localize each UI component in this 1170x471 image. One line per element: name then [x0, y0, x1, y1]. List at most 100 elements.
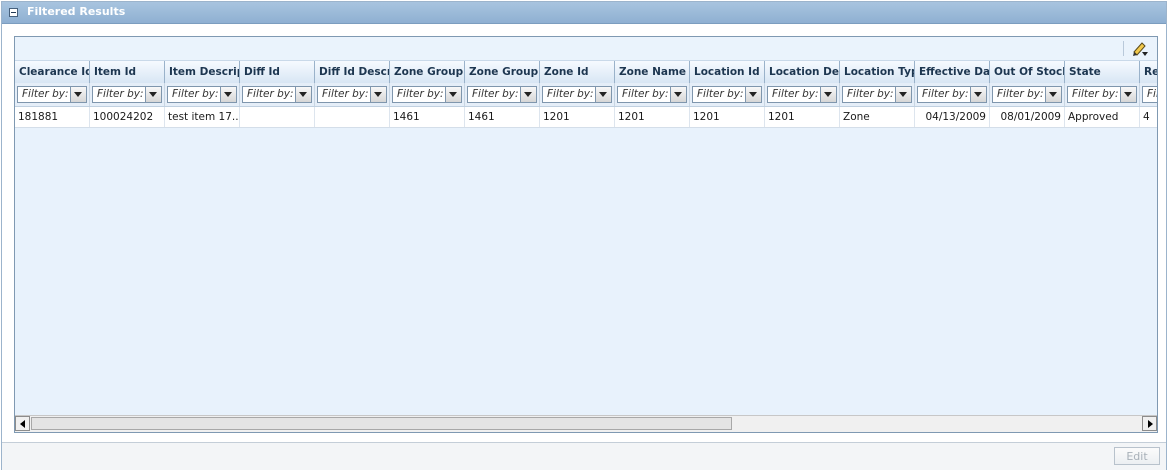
filter-placeholder: Filter by:	[1147, 88, 1158, 100]
filter-input[interactable]: Filter by:	[1067, 86, 1137, 103]
filter-placeholder: Filter by:	[997, 88, 1044, 100]
filter-placeholder: Filter by:	[547, 88, 594, 100]
filter-cell: Filter by:	[915, 83, 990, 106]
filter-dropdown-icon[interactable]	[1045, 87, 1061, 102]
filter-placeholder: Filter by:	[622, 88, 669, 100]
filter-input[interactable]: Filter by:	[692, 86, 762, 103]
filter-input[interactable]: Filter by:	[992, 86, 1062, 103]
filter-input[interactable]: Filter by:	[467, 86, 537, 103]
table-cell: 1461	[390, 107, 465, 127]
table-cell: 1461	[465, 107, 540, 127]
edit-button[interactable]: Edit	[1114, 447, 1160, 465]
filter-cell: Filter by:	[1065, 83, 1140, 106]
table-cell: 04/13/2009	[915, 107, 990, 127]
filter-cell: Filter by:	[165, 83, 240, 106]
filter-input[interactable]: Filter by:	[1142, 86, 1158, 103]
column-header[interactable]: Location Type	[840, 61, 915, 83]
filter-dropdown-icon[interactable]	[595, 87, 611, 102]
scroll-left-icon[interactable]	[15, 416, 30, 431]
filter-dropdown-icon[interactable]	[220, 87, 236, 102]
filter-placeholder: Filter by:	[97, 88, 144, 100]
filter-placeholder: Filter by:	[922, 88, 969, 100]
table-cell: Approved	[1065, 107, 1140, 127]
table-cell: 1201	[615, 107, 690, 127]
filter-placeholder: Filter by:	[697, 88, 744, 100]
filter-input[interactable]: Filter by:	[242, 86, 312, 103]
scroll-right-icon[interactable]	[1142, 416, 1157, 431]
column-header[interactable]: Effective Dat	[915, 61, 990, 83]
column-header[interactable]: Location Desc	[765, 61, 840, 83]
filter-cell: Filter by:	[240, 83, 315, 106]
filter-placeholder: Filter by:	[847, 88, 894, 100]
filter-input[interactable]: Filter by:	[617, 86, 687, 103]
filter-placeholder: Filter by:	[172, 88, 219, 100]
filter-dropdown-icon[interactable]	[370, 87, 386, 102]
column-header[interactable]: Re	[1140, 61, 1157, 83]
edit-pencil-icon[interactable]	[1131, 40, 1149, 57]
filter-dropdown-icon[interactable]	[745, 87, 761, 102]
filter-dropdown-icon[interactable]	[670, 87, 686, 102]
filter-input[interactable]: Filter by:	[92, 86, 162, 103]
filter-input[interactable]: Filter by:	[917, 86, 987, 103]
filter-input[interactable]: Filter by:	[542, 86, 612, 103]
filter-input[interactable]: Filter by:	[317, 86, 387, 103]
filter-placeholder: Filter by:	[22, 88, 69, 100]
horizontal-scrollbar[interactable]	[15, 415, 1157, 432]
table-cell	[315, 107, 390, 127]
filter-row: Filter by: Filter by: Filter by: Filter by:…	[15, 83, 1158, 107]
filter-placeholder: Filter by:	[772, 88, 819, 100]
table-cell: 4	[1140, 107, 1157, 127]
scrollbar-thumb[interactable]	[31, 417, 732, 430]
column-header[interactable]: Diff Id	[240, 61, 315, 83]
column-header[interactable]: Zone Id	[540, 61, 615, 83]
filtered-results-panel: Filtered Results Clearance Id Item Id Item…	[1, 1, 1167, 470]
column-header[interactable]: Zone Group Id	[390, 61, 465, 83]
filter-cell: Filter by:	[90, 83, 165, 106]
filter-input[interactable]: Filter by:	[842, 86, 912, 103]
table-cell: 100024202	[90, 107, 165, 127]
column-header-row: Clearance IdItem IdItem DescriptiDiff Id…	[15, 61, 1157, 83]
table-cell: 181881	[15, 107, 90, 127]
column-header[interactable]: Out Of Stock	[990, 61, 1065, 83]
column-header[interactable]: Diff Id Descrip	[315, 61, 390, 83]
collapse-icon[interactable]	[9, 8, 18, 17]
column-header[interactable]: State	[1065, 61, 1140, 83]
table-row[interactable]: 181881 100024202 test item 17... 1461 1461 12…	[15, 107, 1157, 128]
filter-placeholder: Filter by:	[472, 88, 519, 100]
filter-dropdown-icon[interactable]	[295, 87, 311, 102]
filter-placeholder: Filter by:	[322, 88, 369, 100]
column-header[interactable]: Item Id	[90, 61, 165, 83]
filter-dropdown-icon[interactable]	[520, 87, 536, 102]
filter-cell: Filter by:	[690, 83, 765, 106]
filter-input[interactable]: Filter by:	[17, 86, 87, 103]
filter-input[interactable]: Filter by:	[767, 86, 837, 103]
filter-cell: Filter by:	[615, 83, 690, 106]
filter-input[interactable]: Filter by:	[167, 86, 237, 103]
filter-dropdown-icon[interactable]	[1120, 87, 1136, 102]
table-cell: 08/01/2009	[990, 107, 1065, 127]
column-header[interactable]: Zone Group Na	[465, 61, 540, 83]
column-header[interactable]: Zone Name	[615, 61, 690, 83]
filter-cell: Filter by:	[315, 83, 390, 106]
filter-dropdown-icon[interactable]	[70, 87, 86, 102]
filter-cell: Filter by:	[15, 83, 90, 106]
filter-dropdown-icon[interactable]	[145, 87, 161, 102]
table-cell: 1201	[540, 107, 615, 127]
column-header[interactable]: Location Id	[690, 61, 765, 83]
column-header[interactable]: Item Descripti	[165, 61, 240, 83]
filter-cell: Filter by:	[540, 83, 615, 106]
filter-dropdown-icon[interactable]	[820, 87, 836, 102]
filter-cell: Filter by:	[765, 83, 840, 106]
panel-header: Filtered Results	[2, 2, 1166, 24]
filter-dropdown-icon[interactable]	[895, 87, 911, 102]
grid-toolbar	[15, 37, 1157, 61]
filter-dropdown-icon[interactable]	[445, 87, 461, 102]
column-header[interactable]: Clearance Id	[15, 61, 90, 83]
filter-cell: Filter by:	[1140, 83, 1158, 106]
table-cell: 1201	[690, 107, 765, 127]
panel-body: Clearance IdItem IdItem DescriptiDiff Id…	[2, 24, 1166, 442]
panel-title: Filtered Results	[27, 5, 126, 18]
filter-dropdown-icon[interactable]	[970, 87, 986, 102]
table-cell: 1201	[765, 107, 840, 127]
filter-input[interactable]: Filter by:	[392, 86, 462, 103]
